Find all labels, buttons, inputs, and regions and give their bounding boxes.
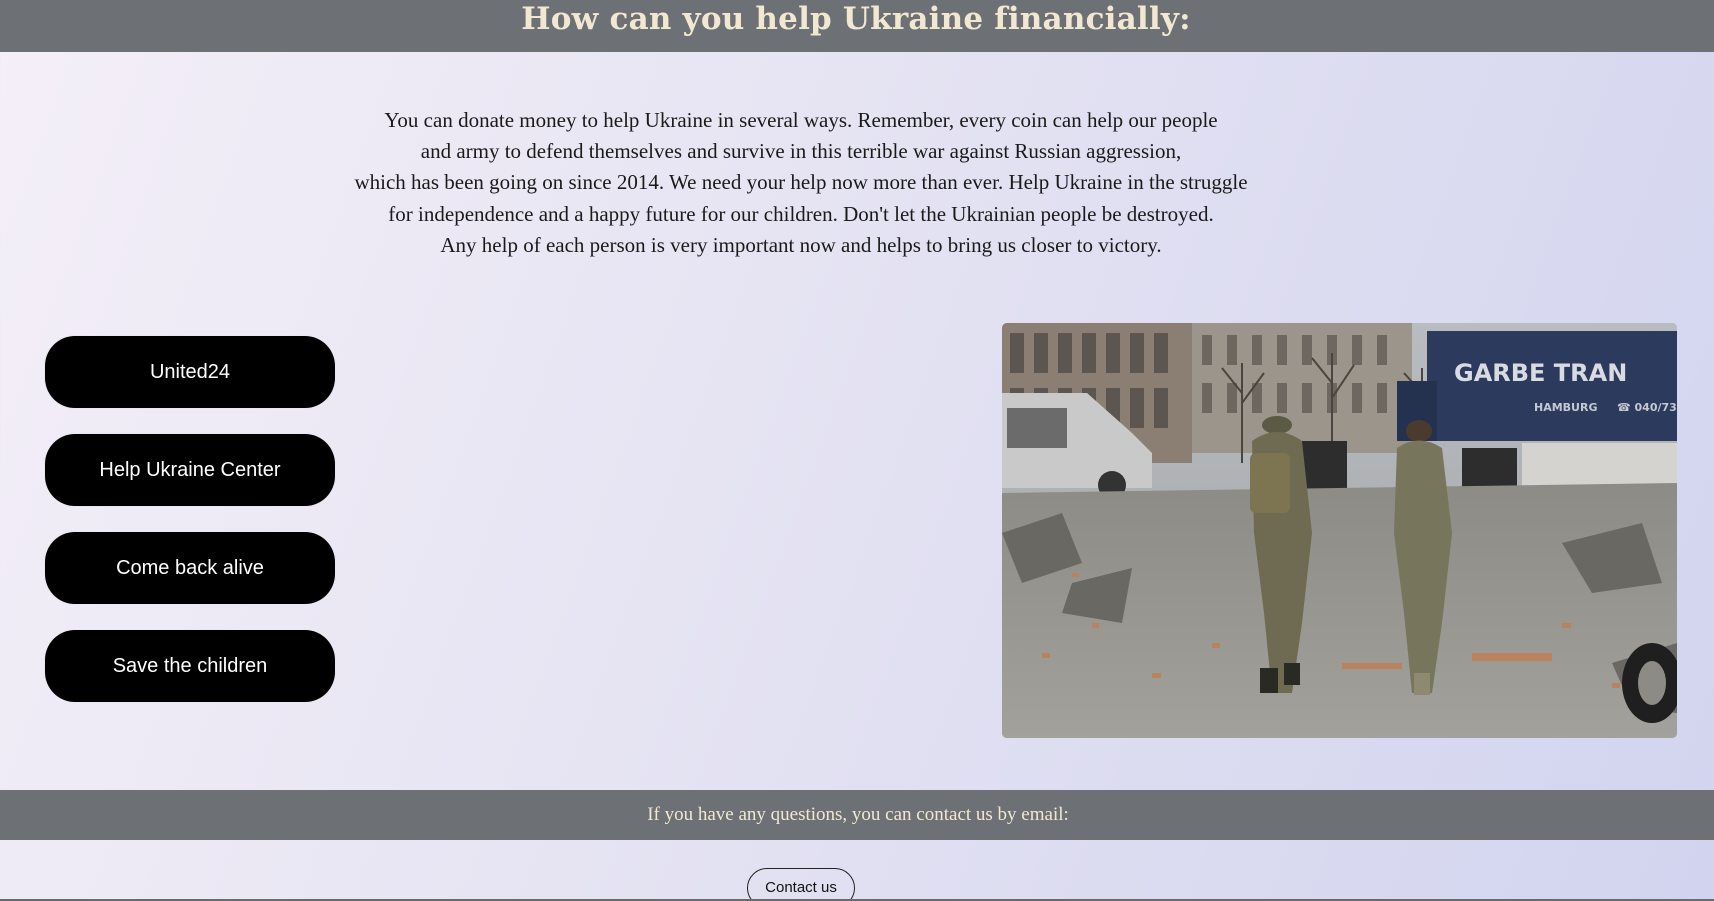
page-title: How can you help Ukraine financially: [521, 1, 1191, 37]
help-ukraine-center-button[interactable]: Help Ukraine Center [45, 434, 335, 506]
page-header: How can you help Ukraine financially: [0, 0, 1714, 52]
intro-line: and army to defend themselves and surviv… [420, 139, 1182, 164]
intro-text: You can donate money to help Ukraine in … [0, 105, 1602, 261]
photo-illustration: GARBE TRAN HAMBURG ☎ 040/73 [1002, 323, 1677, 738]
intro-line: which has been going on since 2014. We n… [354, 170, 1248, 195]
donate-button-list: United24 Help Ukraine Center Come back a… [45, 336, 335, 728]
come-back-alive-button[interactable]: Come back alive [45, 532, 335, 604]
truck-lettering-city: HAMBURG [1534, 401, 1597, 414]
war-street-photo: GARBE TRAN HAMBURG ☎ 040/73 [1002, 323, 1677, 738]
truck-lettering-phone: ☎ 040/73 [1617, 401, 1677, 414]
save-the-children-button[interactable]: Save the children [45, 630, 335, 702]
contact-us-button[interactable]: Contact us [747, 868, 855, 901]
truck-lettering: GARBE TRAN [1454, 359, 1627, 387]
footer-contact-bar: If you have any questions, you can conta… [0, 790, 1714, 840]
intro-line: Any help of each person is very importan… [440, 232, 1162, 257]
intro-line: for independence and a happy future for … [388, 201, 1214, 226]
united24-button[interactable]: United24 [45, 336, 335, 408]
contact-prompt-text: If you have any questions, you can conta… [647, 804, 1069, 825]
intro-line: You can donate money to help Ukraine in … [384, 108, 1218, 132]
